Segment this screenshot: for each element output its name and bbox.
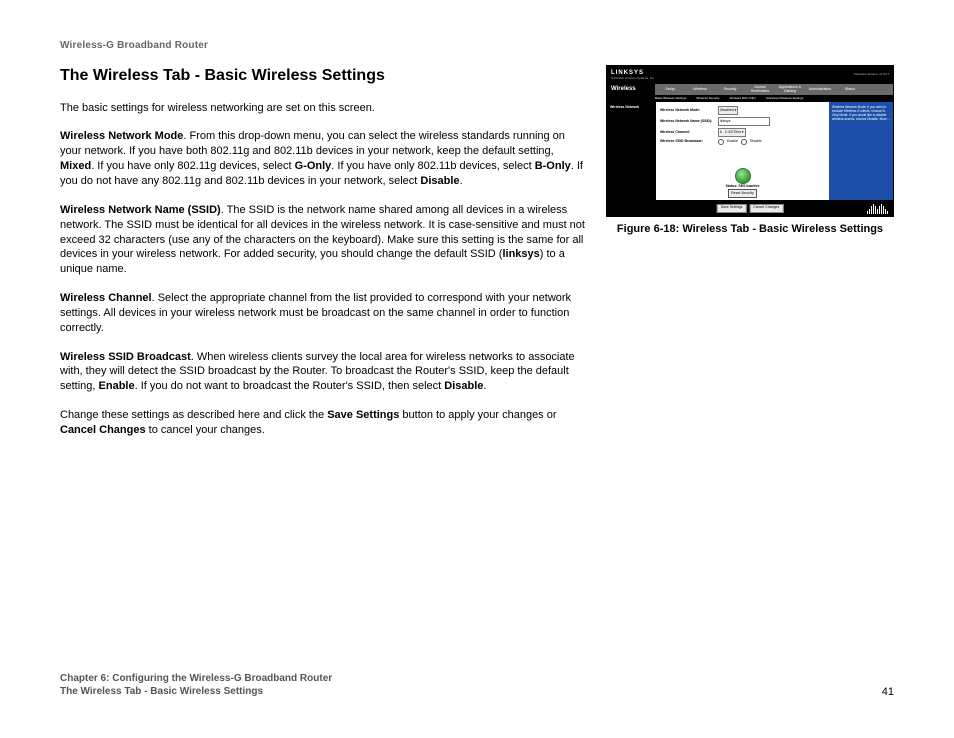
nav-tab-admin[interactable]: Administration [805, 88, 835, 92]
brand-subtitle: A Division of Cisco Systems, Inc. [611, 77, 655, 80]
cancel-changes-button[interactable]: Cancel Changes [749, 204, 783, 213]
firmware-version: Firmware Version: v4.00.7 [854, 72, 889, 76]
save-settings-button[interactable]: Save Settings [717, 204, 747, 213]
nav-tab-setup[interactable]: Setup [655, 88, 685, 92]
field-label-broadcast: Wireless SSID Broadcast: [660, 140, 715, 144]
figure-column: LINKSYS A Division of Cisco Systems, Inc… [606, 65, 894, 235]
cisco-logo-icon [865, 203, 889, 214]
radio-label-disable: Disable [750, 140, 762, 144]
sub-nav: Basic Wireless Settings Wireless Securit… [607, 95, 893, 102]
paragraph-channel: Wireless Channel. Select the appropriate… [60, 291, 586, 336]
intro-paragraph: The basic settings for wireless networki… [60, 101, 586, 116]
subnav-basic[interactable]: Basic Wireless Settings [655, 97, 686, 100]
ses-globe-icon[interactable] [735, 168, 751, 184]
help-panel: Wireless Network Mode: If you wish to ex… [829, 102, 893, 200]
radio-disable[interactable] [741, 139, 747, 145]
nav-tab-security[interactable]: Security [715, 88, 745, 92]
nav-tab-access[interactable]: Access Restrictions [745, 86, 775, 94]
figure-caption: Figure 6-18: Wireless Tab - Basic Wirele… [617, 223, 883, 235]
paragraph-mode: Wireless Network Mode. From this drop-do… [60, 129, 586, 188]
page-number: 41 [882, 686, 894, 698]
page-title: The Wireless Tab - Basic Wireless Settin… [60, 65, 586, 87]
chapter-line-2: The Wireless Tab - Basic Wireless Settin… [60, 685, 332, 698]
running-head: Wireless-G Broadband Router [60, 40, 894, 51]
nav-tab-wireless[interactable]: Wireless [685, 88, 715, 92]
subnav-sec[interactable]: Wireless Security [696, 97, 719, 100]
paragraph-footer: Change these settings as described here … [60, 408, 586, 438]
field-label-channel: Wireless Channel: [660, 131, 715, 135]
subnav-adv[interactable]: Advanced Wireless Settings [766, 97, 803, 100]
paragraph-ssid: Wireless Network Name (SSID). The SSID i… [60, 203, 586, 277]
chapter-footer: Chapter 6: Configuring the Wireless-G Br… [60, 672, 332, 698]
field-label-ssid: Wireless Network Name (SSID): [660, 120, 715, 124]
label-mode: Wireless Network Mode [60, 130, 183, 142]
label-broadcast: Wireless SSID Broadcast [60, 351, 191, 363]
nav-bar: Wireless Setup Wireless Security Access … [607, 84, 893, 95]
nav-tab-status[interactable]: Status [835, 88, 865, 92]
reset-security-button[interactable]: Reset Security [728, 189, 757, 198]
nav-tab-selected[interactable]: Wireless [607, 84, 655, 95]
main-column: The Wireless Tab - Basic Wireless Settin… [60, 65, 586, 452]
label-ssid: Wireless Network Name (SSID) [60, 204, 221, 216]
select-channel[interactable]: 6 - 2.437GHz ▾ [718, 128, 746, 137]
input-ssid[interactable]: linksys [718, 117, 770, 126]
figure-thumbnail: LINKSYS A Division of Cisco Systems, Inc… [606, 65, 894, 217]
field-label-mode: Wireless Network Mode: [660, 109, 715, 113]
select-mode[interactable]: Disabled ▾ [718, 106, 738, 115]
section-label: Wireless Network [607, 102, 656, 200]
radio-enable[interactable] [718, 139, 724, 145]
paragraph-broadcast: Wireless SSID Broadcast. When wireless c… [60, 350, 586, 395]
subnav-mac[interactable]: Wireless MAC Filter [730, 97, 757, 100]
thumb-footer: Save Settings Cancel Changes [607, 200, 893, 216]
label-channel: Wireless Channel [60, 292, 152, 304]
chapter-line-1: Chapter 6: Configuring the Wireless-G Br… [60, 672, 332, 685]
nav-tab-apps[interactable]: Applications & Gaming [775, 86, 805, 94]
radio-label-enable: Enable [727, 140, 738, 144]
